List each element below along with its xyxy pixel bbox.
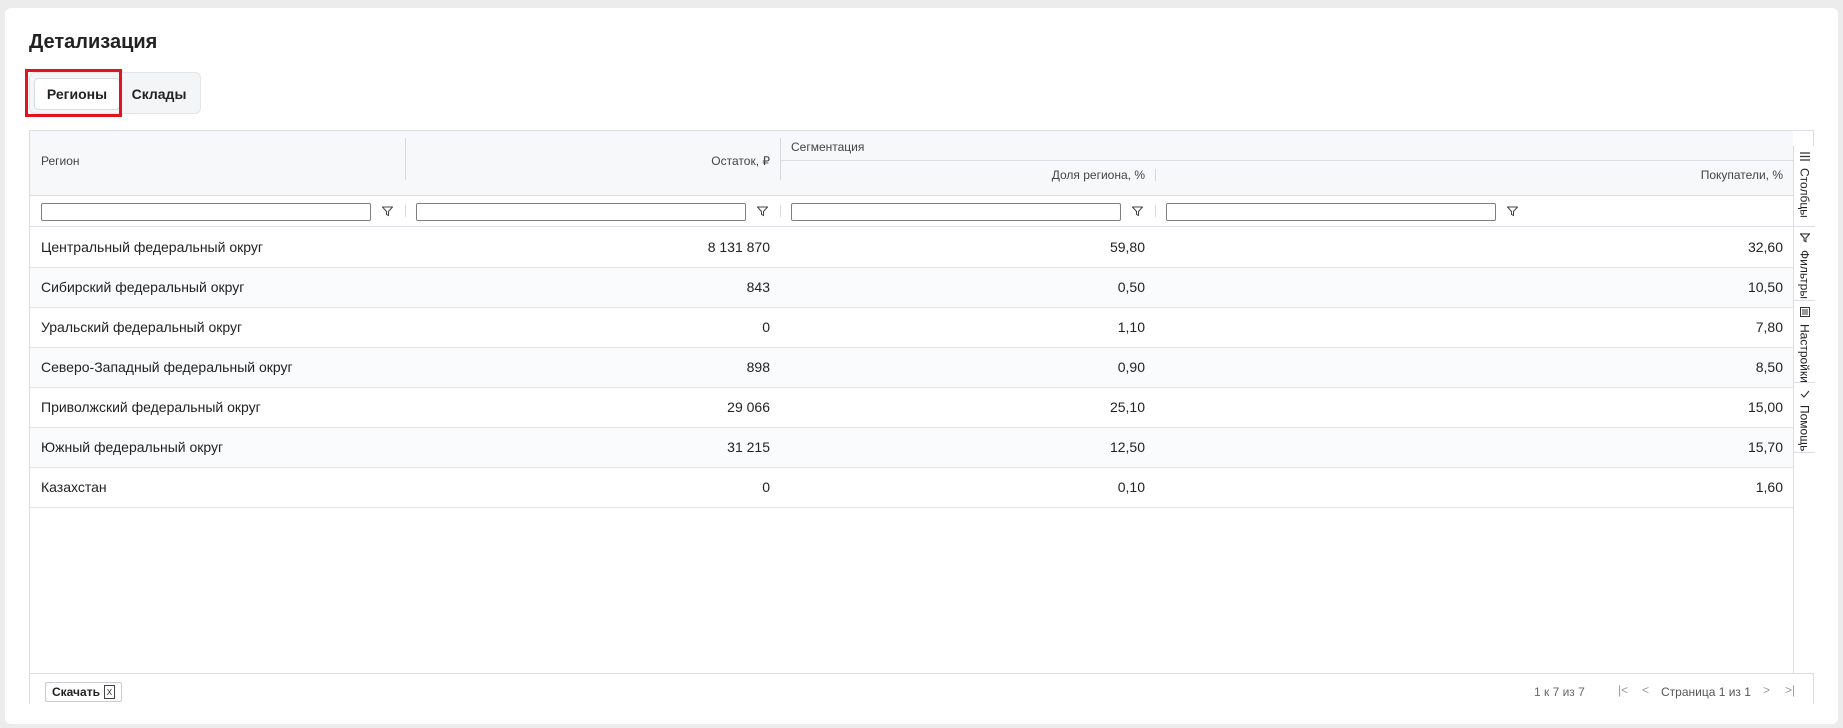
- tab-group: Регионы Склады: [29, 72, 201, 114]
- cell-region: Сибирский федеральный округ: [41, 279, 245, 295]
- cell-region: Южный федеральный округ: [41, 439, 224, 455]
- side-button-help[interactable]: Помощь: [1794, 383, 1815, 453]
- tab-warehouses[interactable]: Склады: [128, 78, 190, 110]
- cell-buyers: 10,50: [1747, 279, 1783, 295]
- column-separator: [1155, 205, 1156, 217]
- filter-icon: [1798, 233, 1811, 246]
- cell-balance: 0: [762, 479, 770, 495]
- column-header-balance[interactable]: Остаток, ₽: [711, 154, 770, 168]
- column-header-region-share[interactable]: Доля региона, %: [1052, 168, 1145, 182]
- table-row[interactable]: Приволжский федеральный округ 29 066 25,…: [30, 388, 1793, 428]
- filter-input-region[interactable]: [41, 203, 371, 221]
- page-title: Детализация: [29, 31, 158, 53]
- download-button[interactable]: Скачать X: [45, 682, 122, 702]
- excel-icon: X: [103, 685, 115, 699]
- cell-buyers: 15,70: [1747, 439, 1783, 455]
- cell-region-share: 0,10: [1117, 479, 1145, 495]
- filter-input-balance[interactable]: [416, 203, 746, 221]
- cell-balance: 843: [746, 279, 770, 295]
- cell-balance: 8 131 870: [707, 239, 770, 255]
- row-count-summary: 1 к 7 из 7: [1534, 685, 1585, 699]
- cell-buyers: 15,00: [1747, 399, 1783, 415]
- table-row[interactable]: Центральный федеральный округ 8 131 870 …: [30, 228, 1793, 268]
- settings-icon: [1799, 307, 1810, 320]
- table-row[interactable]: Сибирский федеральный округ 843 0,50 10,…: [30, 268, 1793, 308]
- filter-input-region-share[interactable]: [791, 203, 1121, 221]
- cell-region-share: 1,10: [1117, 319, 1145, 335]
- previous-page-icon[interactable]: <: [1642, 683, 1649, 697]
- table-row[interactable]: Казахстан 0 0,10 1,60: [30, 468, 1793, 508]
- side-button-settings[interactable]: Настройки: [1794, 301, 1815, 383]
- cell-buyers: 1,60: [1755, 479, 1783, 495]
- cell-balance: 29 066: [727, 399, 770, 415]
- filter-row: [30, 196, 1793, 227]
- column-header-region[interactable]: Регион: [41, 154, 80, 168]
- filter-icon[interactable]: [1505, 204, 1519, 218]
- column-group-header-segmentation: Сегментация: [791, 140, 865, 154]
- side-button-label: Настройки: [1797, 324, 1812, 383]
- cell-balance: 898: [746, 359, 770, 375]
- side-button-label: Фильтры: [1797, 250, 1812, 299]
- column-separator: [405, 205, 406, 217]
- filter-icon[interactable]: [755, 204, 769, 218]
- grid-footer: Скачать X 1 к 7 из 7 |< < Страница 1 из …: [30, 673, 1813, 704]
- page-indicator: Страница 1 из 1: [1661, 685, 1751, 699]
- table-row[interactable]: Южный федеральный округ 31 215 12,50 15,…: [30, 428, 1793, 468]
- cell-region: Центральный федеральный округ: [41, 239, 263, 255]
- table-row[interactable]: Уральский федеральный округ 0 1,10 7,80: [30, 308, 1793, 348]
- side-panel: Столбцы Фильтры Настройки Помощь: [1793, 146, 1815, 673]
- cell-region: Казахстан: [41, 479, 107, 495]
- table-row[interactable]: Северо-Западный федеральный округ 898 0,…: [30, 348, 1793, 388]
- cell-buyers: 7,80: [1755, 319, 1783, 335]
- cell-region-share: 12,50: [1109, 439, 1145, 455]
- check-icon: [1800, 389, 1810, 401]
- cell-buyers: 32,60: [1747, 239, 1783, 255]
- cell-region: Северо-Западный федеральный округ: [41, 359, 293, 375]
- side-button-filters[interactable]: Фильтры: [1794, 227, 1815, 301]
- side-button-label: Столбцы: [1797, 168, 1812, 218]
- cell-region: Приволжский федеральный округ: [41, 399, 261, 415]
- filter-input-buyers[interactable]: [1166, 203, 1496, 221]
- cell-region: Уральский федеральный округ: [41, 319, 243, 335]
- filter-icon[interactable]: [1130, 204, 1144, 218]
- tab-regions[interactable]: Регионы: [34, 78, 120, 110]
- cell-region-share: 25,10: [1109, 399, 1145, 415]
- grid-header: Регион Остаток, ₽ Сегментация Доля регио…: [30, 131, 1793, 196]
- columns-icon: [1799, 152, 1810, 164]
- data-grid: Регион Остаток, ₽ Сегментация Доля регио…: [29, 130, 1815, 704]
- cell-region-share: 0,90: [1117, 359, 1145, 375]
- group-divider: [781, 160, 1793, 161]
- column-separator: [780, 205, 781, 217]
- filter-icon[interactable]: [380, 204, 394, 218]
- side-button-columns[interactable]: Столбцы: [1794, 146, 1815, 227]
- cell-region-share: 59,80: [1109, 239, 1145, 255]
- side-button-label: Помощь: [1797, 405, 1812, 452]
- column-header-buyers[interactable]: Покупатели, %: [1701, 168, 1783, 182]
- cell-balance: 31 215: [727, 439, 770, 455]
- column-separator[interactable]: [1155, 169, 1156, 181]
- download-label: Скачать: [52, 685, 100, 699]
- column-separator[interactable]: [780, 138, 781, 180]
- first-page-icon[interactable]: |<: [1618, 683, 1628, 697]
- next-page-icon[interactable]: >: [1763, 683, 1770, 697]
- cell-buyers: 8,50: [1755, 359, 1783, 375]
- cell-balance: 0: [762, 319, 770, 335]
- column-separator[interactable]: [405, 138, 406, 180]
- last-page-icon[interactable]: >|: [1785, 683, 1795, 697]
- cell-region-share: 0,50: [1117, 279, 1145, 295]
